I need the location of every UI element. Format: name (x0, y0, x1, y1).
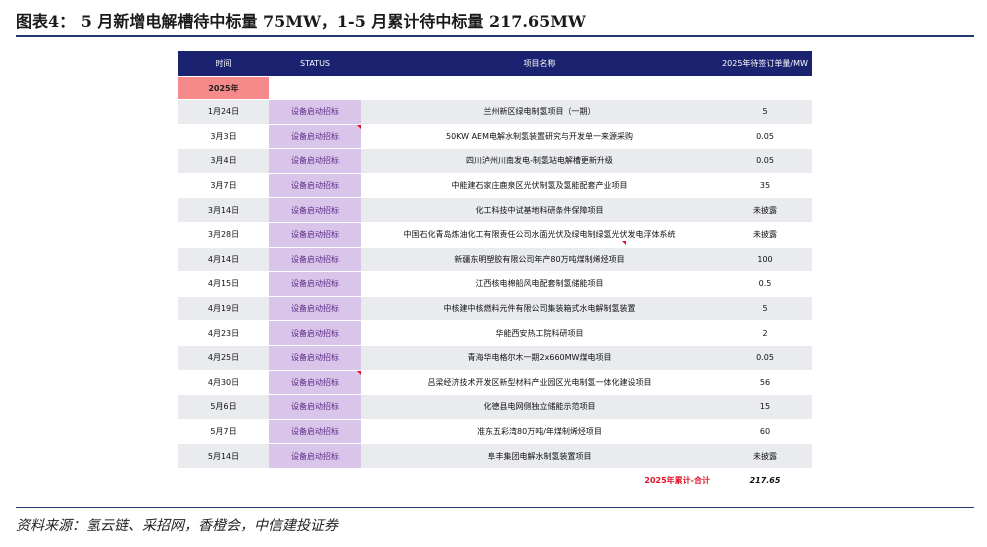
cell-status: 设备启动招标 (269, 320, 361, 346)
cell-status: 设备启动招标 (269, 221, 361, 248)
cell-quantity: 未披露 (718, 197, 812, 223)
cell-date: 4月15日 (178, 271, 269, 297)
total-row: 2025年累计-合计 217.65 (178, 467, 812, 493)
cell-project: 兰州新区绿电制氢项目（一期） (361, 99, 718, 125)
cell-date: 1月24日 (178, 99, 269, 125)
cell-quantity: 5 (718, 295, 812, 321)
cell-quantity: 2 (718, 320, 812, 346)
cell-quantity: 0.5 (718, 271, 812, 297)
cell-date: 4月25日 (178, 344, 269, 371)
cell-project: 青海华电格尔木一期2x660MW煤电项目 (361, 344, 718, 371)
cell-date: 4月14日 (178, 246, 269, 272)
cell-project: 中核建中核燃料元件有限公司集装箱式水电解制氢装置 (361, 295, 718, 321)
total-value: 217.65 (718, 467, 812, 493)
cell-project: 准东五彩湾80万吨/年煤制烯烃项目 (361, 418, 718, 444)
cell-quantity: 35 (718, 172, 812, 198)
cell-quantity: 0.05 (718, 148, 812, 174)
cell-date: 3月28日 (178, 221, 269, 248)
cell-project: 阜丰集团电解水制氢装置项目 (361, 443, 718, 469)
cell-status: 设备启动招标 (269, 123, 361, 149)
cell-quantity: 0.05 (718, 123, 812, 149)
header-status: STATUS (269, 51, 361, 77)
cell-project: 化德县电网侧独立储能示范项目 (361, 394, 718, 420)
cell-date: 5月14日 (178, 443, 269, 469)
cell-date: 3月3日 (178, 123, 269, 149)
source-divider (16, 507, 974, 508)
table-row: 3月3日 设备启动招标 50KW AEM电解水制氢装置研究与开发单一来源采购 0.05 (178, 123, 812, 149)
cell-status: 设备启动招标 (269, 271, 361, 297)
cell-quantity: 未披露 (718, 221, 812, 248)
table-row: 4月25日 设备启动招标 青海华电格尔木一期2x660MW煤电项目 0.05 (178, 344, 812, 371)
cell-project: 吕梁经济技术开发区新型材料产业园区光电制氢一体化建设项目 (361, 369, 718, 395)
cell-date: 5月7日 (178, 418, 269, 444)
cell-date: 3月14日 (178, 197, 269, 223)
cell-status: 设备启动招标 (269, 418, 361, 444)
cell-quantity: 56 (718, 369, 812, 395)
table-row: 4月15日 设备启动招标 江西核电棉船风电配套制氢储能项目 0.5 (178, 271, 812, 297)
cell-status: 设备启动招标 (269, 197, 361, 223)
cell-project: 中国石化青岛炼油化工有限责任公司水面光伏及绿电制绿氢光伏发电浮体系统 (361, 221, 718, 248)
cell-status: 设备启动招标 (269, 246, 361, 272)
cell-project: 50KW AEM电解水制氢装置研究与开发单一来源采购 (361, 123, 718, 149)
table-row: 3月4日 设备启动招标 四川泸州川南发电-制氢站电解槽更新升级 0.05 (178, 148, 812, 174)
table-row: 4月19日 设备启动招标 中核建中核燃料元件有限公司集装箱式水电解制氢装置 5 (178, 295, 812, 321)
title-divider (16, 35, 974, 37)
cell-project: 化工科技中试基地科研条件保障项目 (361, 197, 718, 223)
cell-date: 3月7日 (178, 172, 269, 198)
cell-status: 设备启动招标 (269, 172, 361, 198)
year-label: 2025年 (178, 76, 269, 100)
table-row: 5月14日 设备启动招标 阜丰集团电解水制氢装置项目 未披露 (178, 443, 812, 469)
table-body: 2025年 1月24日 设备启动招标 兰州新区绿电制氢项目（一期） 5 3月3日 设备启动… (178, 76, 812, 493)
table-row: 4月23日 设备启动招标 华能西安热工院科研项目 2 (178, 320, 812, 346)
bid-table: 时间 STATUS 项目名称 2025年待签订单量/MW 2025年 1月24日… (178, 51, 812, 493)
header-project: 项目名称 (361, 51, 718, 77)
cell-date: 4月23日 (178, 320, 269, 346)
cell-quantity: 5 (718, 99, 812, 125)
cell-project: 江西核电棉船风电配套制氢储能项目 (361, 271, 718, 297)
header-time: 时间 (178, 51, 269, 77)
cell-status: 设备启动招标 (269, 148, 361, 174)
table-row: 4月14日 设备启动招标 新疆东明塑胶有限公司年产80万吨煤制烯烃项目 100 (178, 246, 812, 272)
cell-quantity: 100 (718, 246, 812, 272)
cell-status: 设备启动招标 (269, 295, 361, 321)
year-row: 2025年 (178, 76, 812, 100)
table-row: 4月30日 设备启动招标 吕梁经济技术开发区新型材料产业园区光电制氢一体化建设项目 5… (178, 369, 812, 395)
cell-quantity: 15 (718, 394, 812, 420)
cell-quantity: 60 (718, 418, 812, 444)
table-row: 3月7日 设备启动招标 中能建石家庄鹿泉区光伏制氢及氢能配套产业项目 35 (178, 172, 812, 198)
cell-project: 华能西安热工院科研项目 (361, 320, 718, 346)
table-row: 3月28日 设备启动招标 中国石化青岛炼油化工有限责任公司水面光伏及绿电制绿氢光伏发… (178, 221, 812, 248)
figure-title: 图表4： 5 月新增电解槽待中标量 75MW，1-5 月累计待中标量 217.6… (16, 12, 586, 31)
cell-status: 设备启动招标 (269, 443, 361, 469)
cell-status: 设备启动招标 (269, 99, 361, 125)
cell-quantity: 0.05 (718, 344, 812, 371)
cell-date: 4月19日 (178, 295, 269, 321)
cell-project: 新疆东明塑胶有限公司年产80万吨煤制烯烃项目 (361, 246, 718, 272)
table-row: 1月24日 设备启动招标 兰州新区绿电制氢项目（一期） 5 (178, 99, 812, 125)
table-row: 5月6日 设备启动招标 化德县电网侧独立储能示范项目 15 (178, 394, 812, 420)
cell-status: 设备启动招标 (269, 394, 361, 420)
comment-flag-icon (622, 240, 626, 245)
total-label: 2025年累计-合计 (361, 467, 718, 493)
cell-project: 四川泸州川南发电-制氢站电解槽更新升级 (361, 148, 718, 174)
table-row: 5月7日 设备启动招标 准东五彩湾80万吨/年煤制烯烃项目 60 (178, 418, 812, 444)
table-header-row: 时间 STATUS 项目名称 2025年待签订单量/MW (178, 51, 812, 77)
cell-status: 设备启动招标 (269, 369, 361, 395)
source-note: 资料来源：氢云链、采招网，香橙会，中信建投证券 (16, 518, 338, 534)
table-row: 3月14日 设备启动招标 化工科技中试基地科研条件保障项目 未披露 (178, 197, 812, 223)
cell-date: 3月4日 (178, 148, 269, 174)
cell-status: 设备启动招标 (269, 344, 361, 371)
cell-quantity: 未披露 (718, 443, 812, 469)
header-quantity: 2025年待签订单量/MW (718, 51, 812, 77)
cell-project: 中能建石家庄鹿泉区光伏制氢及氢能配套产业项目 (361, 172, 718, 198)
cell-date: 4月30日 (178, 369, 269, 395)
cell-date: 5月6日 (178, 394, 269, 420)
